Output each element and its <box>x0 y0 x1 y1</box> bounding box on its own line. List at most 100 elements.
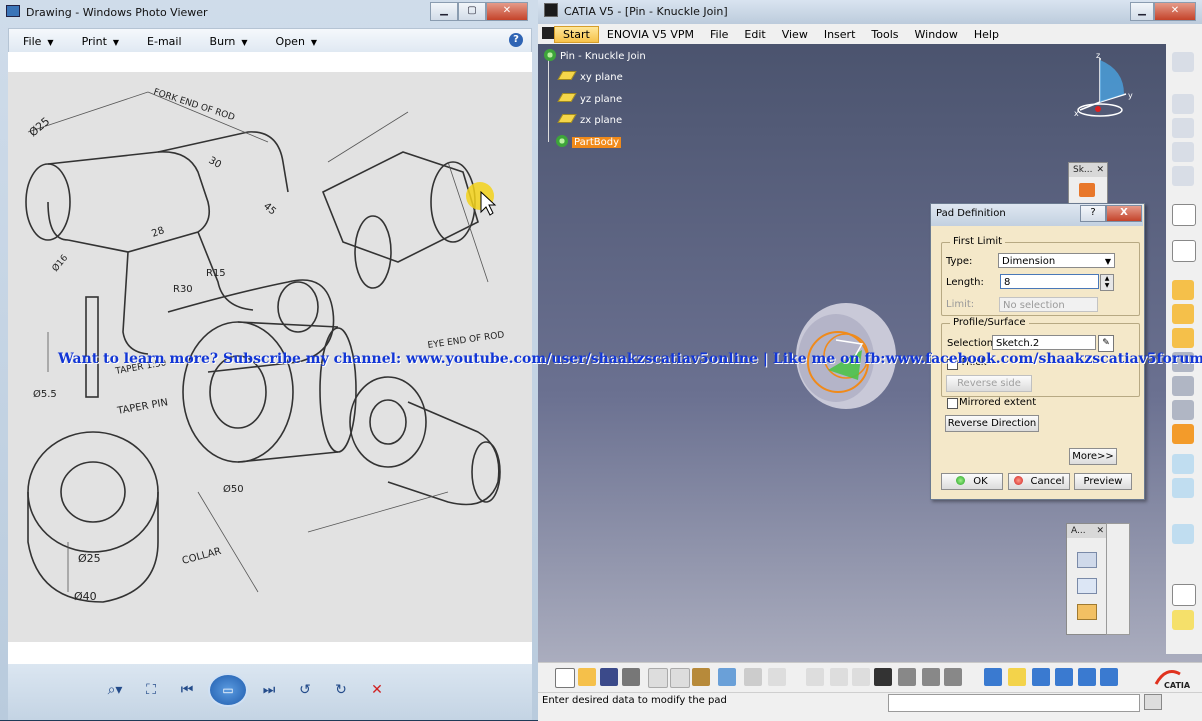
secondary-floating-toolbar[interactable] <box>1106 523 1130 635</box>
table-icon[interactable] <box>874 668 892 686</box>
fillet-icon[interactable] <box>1172 424 1194 444</box>
redo-icon[interactable] <box>744 668 762 686</box>
rotate-right-icon[interactable]: ↻ <box>326 679 356 701</box>
menu-help[interactable]: Help <box>966 28 1007 41</box>
rib-icon[interactable] <box>1172 400 1194 420</box>
comment-icon[interactable] <box>830 668 848 686</box>
undo-icon[interactable] <box>718 668 736 686</box>
command-button[interactable] <box>1144 694 1162 710</box>
toolbar-icon-4[interactable] <box>1172 142 1194 162</box>
save-icon[interactable] <box>600 668 618 686</box>
sketch-tool-icon[interactable] <box>1172 240 1196 262</box>
measure-icon[interactable] <box>1077 604 1097 620</box>
minimize-button[interactable]: ▁ <box>430 2 458 21</box>
menu-email[interactable]: E-mail <box>133 35 196 48</box>
tree-zx-plane[interactable]: zx plane <box>557 114 622 126</box>
ok-button[interactable]: OK <box>941 473 1003 490</box>
toolbar-icon-1[interactable] <box>1172 52 1194 72</box>
reverse-direction-button[interactable]: Reverse Direction <box>945 415 1039 432</box>
menu-insert[interactable]: Insert <box>816 28 864 41</box>
compass-icon[interactable]: z y x <box>1070 50 1140 122</box>
help-icon[interactable]: ? <box>509 33 523 47</box>
menu-tools[interactable]: Tools <box>863 28 906 41</box>
sketch-icon[interactable] <box>1079 183 1095 197</box>
close-button[interactable]: ✕ <box>486 2 528 21</box>
print-icon[interactable] <box>622 668 640 686</box>
menu-enovia[interactable]: ENOVIA V5 VPM <box>599 28 702 41</box>
formula-icon[interactable] <box>806 668 824 686</box>
text-annotation-icon[interactable] <box>1077 552 1097 568</box>
tree-yz-plane[interactable]: yz plane <box>557 93 622 105</box>
limit-field[interactable]: No selection <box>999 297 1098 312</box>
open-icon[interactable] <box>578 668 596 686</box>
tree-xy-plane[interactable]: xy plane <box>557 71 623 83</box>
whats-this-icon[interactable] <box>768 668 786 686</box>
zoom-icon[interactable]: ⌕▾ <box>100 679 130 701</box>
cut-icon[interactable] <box>648 668 668 688</box>
close-icon[interactable]: ✕ <box>1096 524 1104 538</box>
new-icon[interactable] <box>555 668 575 688</box>
fit-all-icon[interactable] <box>1008 668 1026 686</box>
flag-note-icon[interactable] <box>1077 578 1097 594</box>
catia-close-button[interactable]: ✕ <box>1154 2 1196 21</box>
type-select[interactable]: Dimension ▼ <box>998 253 1115 268</box>
zoom-in-icon[interactable] <box>1078 668 1096 686</box>
surface-icon[interactable] <box>1172 454 1194 474</box>
catalog-icon[interactable] <box>898 668 916 686</box>
length-spinner[interactable]: ▲ ▼ <box>1100 274 1114 291</box>
line-tool-icon[interactable] <box>1172 584 1196 606</box>
next-icon[interactable]: ⏭ <box>254 679 284 701</box>
toolbar-icon-3[interactable] <box>1172 118 1194 138</box>
sketch-edit-icon[interactable]: ✎ <box>1098 335 1114 352</box>
mirrored-extent-checkbox[interactable] <box>947 398 958 409</box>
thickness-icon[interactable] <box>1172 478 1194 498</box>
shaft-icon[interactable] <box>1172 328 1194 348</box>
menu-start[interactable]: Start <box>554 25 599 43</box>
paste-icon[interactable] <box>692 668 710 686</box>
hole-icon[interactable] <box>1172 376 1194 396</box>
preview-button[interactable]: Preview <box>1074 473 1132 490</box>
analysis-icon[interactable] <box>922 668 940 686</box>
toolbar-icon-5[interactable] <box>1172 166 1194 186</box>
pad-icon[interactable] <box>1172 280 1194 300</box>
pan-icon[interactable] <box>1032 668 1050 686</box>
sketcher-floating-toolbar[interactable]: Sk... ✕ <box>1068 162 1108 204</box>
selection-field[interactable]: Sketch.2 <box>992 335 1096 350</box>
menu-window[interactable]: Window <box>907 28 966 41</box>
copy-icon[interactable] <box>670 668 690 688</box>
measure-tool-icon[interactable] <box>944 668 962 686</box>
dialog-close-button[interactable]: X <box>1106 205 1142 222</box>
toolbar-icon-2[interactable] <box>1172 94 1194 114</box>
catia-minimize-button[interactable]: ▁ <box>1130 2 1154 21</box>
knowledge-icon[interactable] <box>852 668 870 686</box>
menu-file[interactable]: File ▼ <box>9 35 68 48</box>
dialog-help-button[interactable]: ? <box>1080 205 1106 222</box>
delete-icon[interactable]: ✕ <box>362 679 392 701</box>
rotate-left-icon[interactable]: ↺ <box>290 679 320 701</box>
actual-size-icon[interactable]: ⛶ <box>136 679 166 701</box>
menu-catia-file[interactable]: File <box>702 28 736 41</box>
menu-edit[interactable]: Edit <box>736 28 773 41</box>
more-button[interactable]: More>> <box>1069 448 1117 465</box>
rotate-icon[interactable] <box>1055 668 1073 686</box>
annotation-floating-toolbar[interactable]: A... ✕ <box>1066 523 1108 635</box>
plane-tool-icon[interactable] <box>1172 610 1194 630</box>
menu-view[interactable]: View <box>774 28 816 41</box>
command-input[interactable] <box>888 694 1140 712</box>
menu-print[interactable]: Print ▼ <box>68 35 133 48</box>
slideshow-icon[interactable]: ▭ <box>208 673 248 707</box>
close-icon[interactable]: ✕ <box>1096 163 1104 177</box>
tree-root[interactable]: Pin - Knuckle Join <box>544 49 646 62</box>
maximize-button[interactable]: ▢ <box>458 2 486 21</box>
zoom-out-icon[interactable] <box>1100 668 1118 686</box>
tree-partbody[interactable]: PartBody <box>556 135 621 148</box>
length-input[interactable]: 8 <box>1000 274 1099 289</box>
previous-icon[interactable]: ⏮ <box>172 679 202 701</box>
transform-icon[interactable] <box>1172 524 1194 544</box>
cancel-button[interactable]: Cancel <box>1008 473 1070 490</box>
fly-mode-icon[interactable] <box>984 668 1002 686</box>
menu-burn[interactable]: Burn ▼ <box>196 35 262 48</box>
reverse-side-button[interactable]: Reverse side <box>946 375 1032 392</box>
menu-open[interactable]: Open ▼ <box>262 35 332 48</box>
select-arrow-icon[interactable] <box>1172 204 1196 226</box>
